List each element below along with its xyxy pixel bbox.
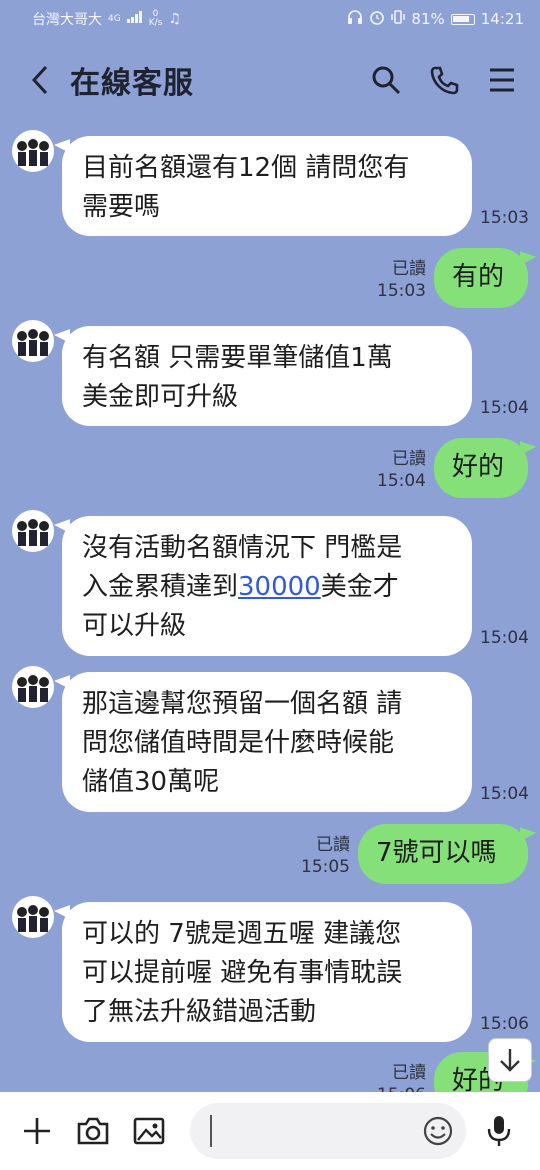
carrier-label: 台灣大哥大 — [32, 12, 102, 28]
message-line: 目前名額還有12個 請問您有 — [82, 153, 410, 183]
outgoing-message[interactable]: 有的 — [434, 248, 528, 308]
phone-icon — [430, 66, 459, 95]
message-line: 了無法升級錯過活動 — [82, 997, 317, 1027]
message-line: 那這邊幫您預留一個名額 請 — [82, 689, 403, 719]
outgoing-message[interactable]: 7號可以嗎 — [358, 824, 528, 884]
message-line: 問您儲值時間是什麼時候能 — [82, 728, 395, 758]
vibrate-icon — [391, 9, 406, 29]
message-line: 可以的 7號是週五喔 建議您 — [82, 919, 402, 949]
message-time: 15:03 — [377, 281, 426, 301]
read-receipt: 已讀 — [392, 259, 426, 279]
gallery-button[interactable] — [128, 1110, 170, 1152]
music-icon: ♫ — [168, 11, 181, 27]
text-caret — [210, 1115, 212, 1147]
avatar-icon — [17, 675, 49, 702]
message-line: 沒有活動名額情況下 門檻是 — [82, 533, 403, 563]
agent-avatar[interactable] — [12, 510, 54, 552]
incoming-message[interactable]: 可以的 7號是週五喔 建議您 可以提前喔 避免有事情耽誤 了無法升級錯過活動 — [62, 902, 472, 1042]
image-icon — [133, 1117, 165, 1145]
message-time: 15:06 — [480, 1014, 529, 1034]
camera-icon — [77, 1117, 109, 1145]
call-button[interactable] — [426, 62, 462, 98]
voice-button[interactable] — [478, 1110, 520, 1152]
headset-icon — [347, 9, 363, 29]
incoming-message[interactable]: 沒有活動名額情況下 門檻是 入金累積達到30000美金才 可以升級 — [62, 516, 472, 656]
chat-header: 在線客服 — [0, 38, 540, 122]
message-text: 美金才 — [320, 572, 399, 602]
message-text: 入金累積達到 — [82, 572, 239, 602]
menu-button[interactable] — [484, 62, 520, 98]
message-time: 15:04 — [480, 628, 529, 648]
incoming-message[interactable]: 目前名額還有12個 請問您有 需要嗎 — [62, 136, 472, 236]
message-meta: 已讀 15:05 — [296, 834, 350, 878]
arrow-down-icon — [500, 1049, 520, 1072]
scroll-to-bottom-button[interactable] — [488, 1038, 532, 1082]
incoming-message[interactable]: 那這邊幫您預留一個名額 請 問您儲值時間是什麼時候能 儲值30萬呢 — [62, 672, 472, 812]
message-time: 15:03 — [480, 208, 529, 228]
message-time: 15:04 — [377, 471, 426, 491]
avatar-icon — [17, 519, 49, 546]
agent-avatar[interactable] — [12, 320, 54, 362]
chevron-left-icon — [31, 65, 48, 95]
incoming-message[interactable]: 有名額 只需要單筆儲值1萬 美金即可升級 — [62, 326, 472, 426]
read-receipt: 已讀 — [392, 1063, 426, 1083]
message-time: 15:05 — [301, 857, 350, 877]
signal-icon — [126, 11, 143, 27]
message-line: 美金即可升級 — [82, 382, 239, 412]
avatar-icon — [17, 905, 49, 932]
message-time: 15:04 — [480, 398, 529, 418]
message-line: 儲值30萬呢 — [82, 767, 220, 797]
read-receipt: 已讀 — [316, 835, 350, 855]
microphone-icon — [487, 1116, 511, 1146]
status-bar: 台灣大哥大 4G 0 K/s ♫ 81% 14:21 — [0, 0, 540, 38]
signal-type: 4G — [108, 13, 121, 24]
message-line: 可以提前喔 避免有事情耽誤 — [82, 958, 403, 988]
hamburger-icon — [490, 68, 514, 92]
search-button[interactable] — [368, 62, 404, 98]
net-speed-unit: K/s — [148, 18, 163, 28]
battery-percent: 81% — [411, 10, 445, 28]
net-speed: 0 K/s — [149, 10, 163, 28]
message-meta: 已讀 15:04 — [372, 448, 426, 492]
message-time: 15:04 — [480, 784, 529, 804]
add-button[interactable] — [16, 1110, 58, 1152]
agent-avatar[interactable] — [12, 130, 54, 172]
chat-title: 在線客服 — [70, 66, 194, 101]
message-meta: 已讀 15:03 — [372, 258, 426, 302]
agent-avatar[interactable] — [12, 666, 54, 708]
agent-avatar[interactable] — [12, 896, 54, 938]
clock: 14:21 — [480, 10, 524, 28]
outgoing-message[interactable]: 好的 — [434, 438, 528, 498]
emoji-icon[interactable] — [422, 1115, 454, 1147]
message-line: 有名額 只需要單筆儲值1萬 — [82, 343, 393, 373]
alarm-icon — [369, 9, 385, 29]
camera-button[interactable] — [72, 1110, 114, 1152]
read-receipt: 已讀 — [392, 449, 426, 469]
input-bar — [0, 1092, 540, 1170]
message-line: 可以升級 — [82, 611, 187, 641]
avatar-icon — [17, 139, 49, 166]
search-icon — [372, 66, 401, 95]
amount-link[interactable]: 30000 — [238, 572, 321, 602]
message-line: 需要嗎 — [82, 192, 161, 222]
back-button[interactable] — [20, 60, 60, 100]
battery-icon — [450, 13, 475, 25]
message-line: 入金累積達到30000美金才 — [82, 568, 452, 607]
message-input[interactable] — [190, 1103, 466, 1159]
plus-icon — [24, 1118, 50, 1144]
avatar-icon — [17, 329, 49, 356]
